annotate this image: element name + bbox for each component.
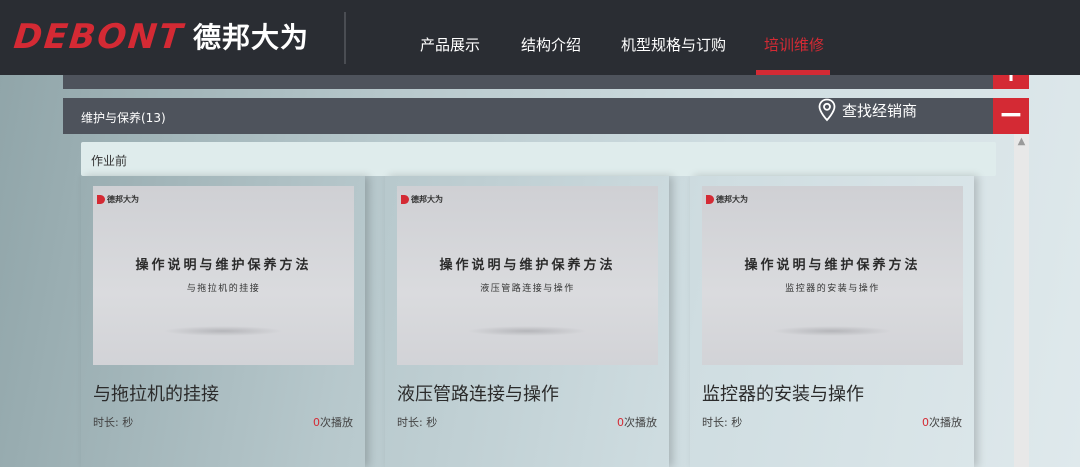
play-count: 0次播放 (922, 414, 962, 430)
brand-mark-icon (706, 195, 714, 204)
brand-mark-icon (97, 195, 105, 204)
find-dealer-label: 查找经销商 (842, 101, 918, 120)
nav-item-models-ordering[interactable]: 机型规格与订购 (621, 34, 726, 55)
nav-item-products[interactable]: 产品展示 (420, 34, 480, 55)
video-duration: 时长: 秒 (702, 416, 743, 429)
thumbnail-decoration (467, 326, 587, 336)
play-count-suffix: 次播放 (624, 416, 657, 429)
section-header: 作业前 (81, 142, 996, 176)
vertical-scrollbar[interactable]: ▲ (1014, 134, 1029, 467)
thumbnail-subtitle: 监控器的安装与操作 (785, 284, 880, 294)
find-dealer-link[interactable]: 查找经销商 (818, 97, 917, 123)
thumbnail-decoration (163, 326, 283, 336)
thumbnail-title: 操作说明与维护保养方法 (744, 258, 921, 273)
thumbnail-brand-text: 德邦大为 (716, 195, 748, 204)
header-divider (344, 12, 346, 64)
brand-mark-icon (401, 195, 409, 204)
video-duration: 时长: 秒 (93, 416, 134, 429)
thumbnail-brand: 德邦大为 (706, 194, 748, 205)
location-pin-icon (818, 98, 836, 122)
accordion-title: 维护与保养(13) (81, 111, 166, 125)
video-thumbnail[interactable]: 德邦大为 操作说明与维护保养方法 与拖拉机的挂接 (93, 186, 354, 365)
video-title[interactable]: 监控器的安装与操作 (702, 380, 864, 406)
nav-item-training-repair[interactable]: 培训维修 (764, 34, 824, 55)
play-count-number: 0 (617, 416, 624, 429)
video-duration: 时长: 秒 (397, 416, 438, 429)
scroll-up-arrow-icon[interactable]: ▲ (1014, 136, 1029, 148)
thumbnail-decoration (772, 326, 892, 336)
video-thumbnail[interactable]: 德邦大为 操作说明与维护保养方法 液压管路连接与操作 (397, 186, 658, 365)
thumbnail-subtitle: 与拖拉机的挂接 (186, 284, 261, 294)
play-count-number: 0 (922, 416, 929, 429)
thumbnail-brand-text: 德邦大为 (107, 195, 139, 204)
thumbnail-brand: 德邦大为 (97, 194, 139, 205)
thumbnail-subtitle: 液压管路连接与操作 (480, 284, 575, 294)
play-count-suffix: 次播放 (929, 416, 962, 429)
play-count-suffix: 次播放 (320, 416, 353, 429)
video-card[interactable]: 德邦大为 操作说明与维护保养方法 与拖拉机的挂接 与拖拉机的挂接 时长: 秒 0… (81, 176, 365, 467)
video-title[interactable]: 与拖拉机的挂接 (93, 380, 219, 406)
thumbnail-brand: 德邦大为 (401, 194, 443, 205)
brand-name[interactable]: 德邦大为 (193, 21, 309, 55)
thumbnail-title: 操作说明与维护保养方法 (439, 258, 616, 273)
video-card[interactable]: 德邦大为 操作说明与维护保养方法 监控器的安装与操作 监控器的安装与操作 时长:… (690, 176, 974, 467)
video-thumbnail[interactable]: 德邦大为 操作说明与维护保养方法 监控器的安装与操作 (702, 186, 963, 365)
thumbnail-brand-text: 德邦大为 (411, 195, 443, 204)
brand-logo[interactable]: DEBONT (12, 17, 186, 57)
thumbnail-title: 操作说明与维护保养方法 (135, 258, 312, 273)
play-count-number: 0 (313, 416, 320, 429)
top-header: DEBONT 德邦大为 产品展示 结构介绍 机型规格与订购 培训维修 (0, 0, 1080, 75)
nav-item-structure[interactable]: 结构介绍 (521, 34, 581, 55)
play-count: 0次播放 (617, 414, 657, 430)
play-count: 0次播放 (313, 414, 353, 430)
collapse-minus-icon[interactable]: − (993, 98, 1029, 134)
video-title[interactable]: 液压管路连接与操作 (397, 380, 559, 406)
nav-active-indicator (756, 70, 830, 75)
video-card[interactable]: 德邦大为 操作说明与维护保养方法 液压管路连接与操作 液压管路连接与操作 时长:… (385, 176, 669, 467)
section-title: 作业前 (91, 154, 128, 168)
